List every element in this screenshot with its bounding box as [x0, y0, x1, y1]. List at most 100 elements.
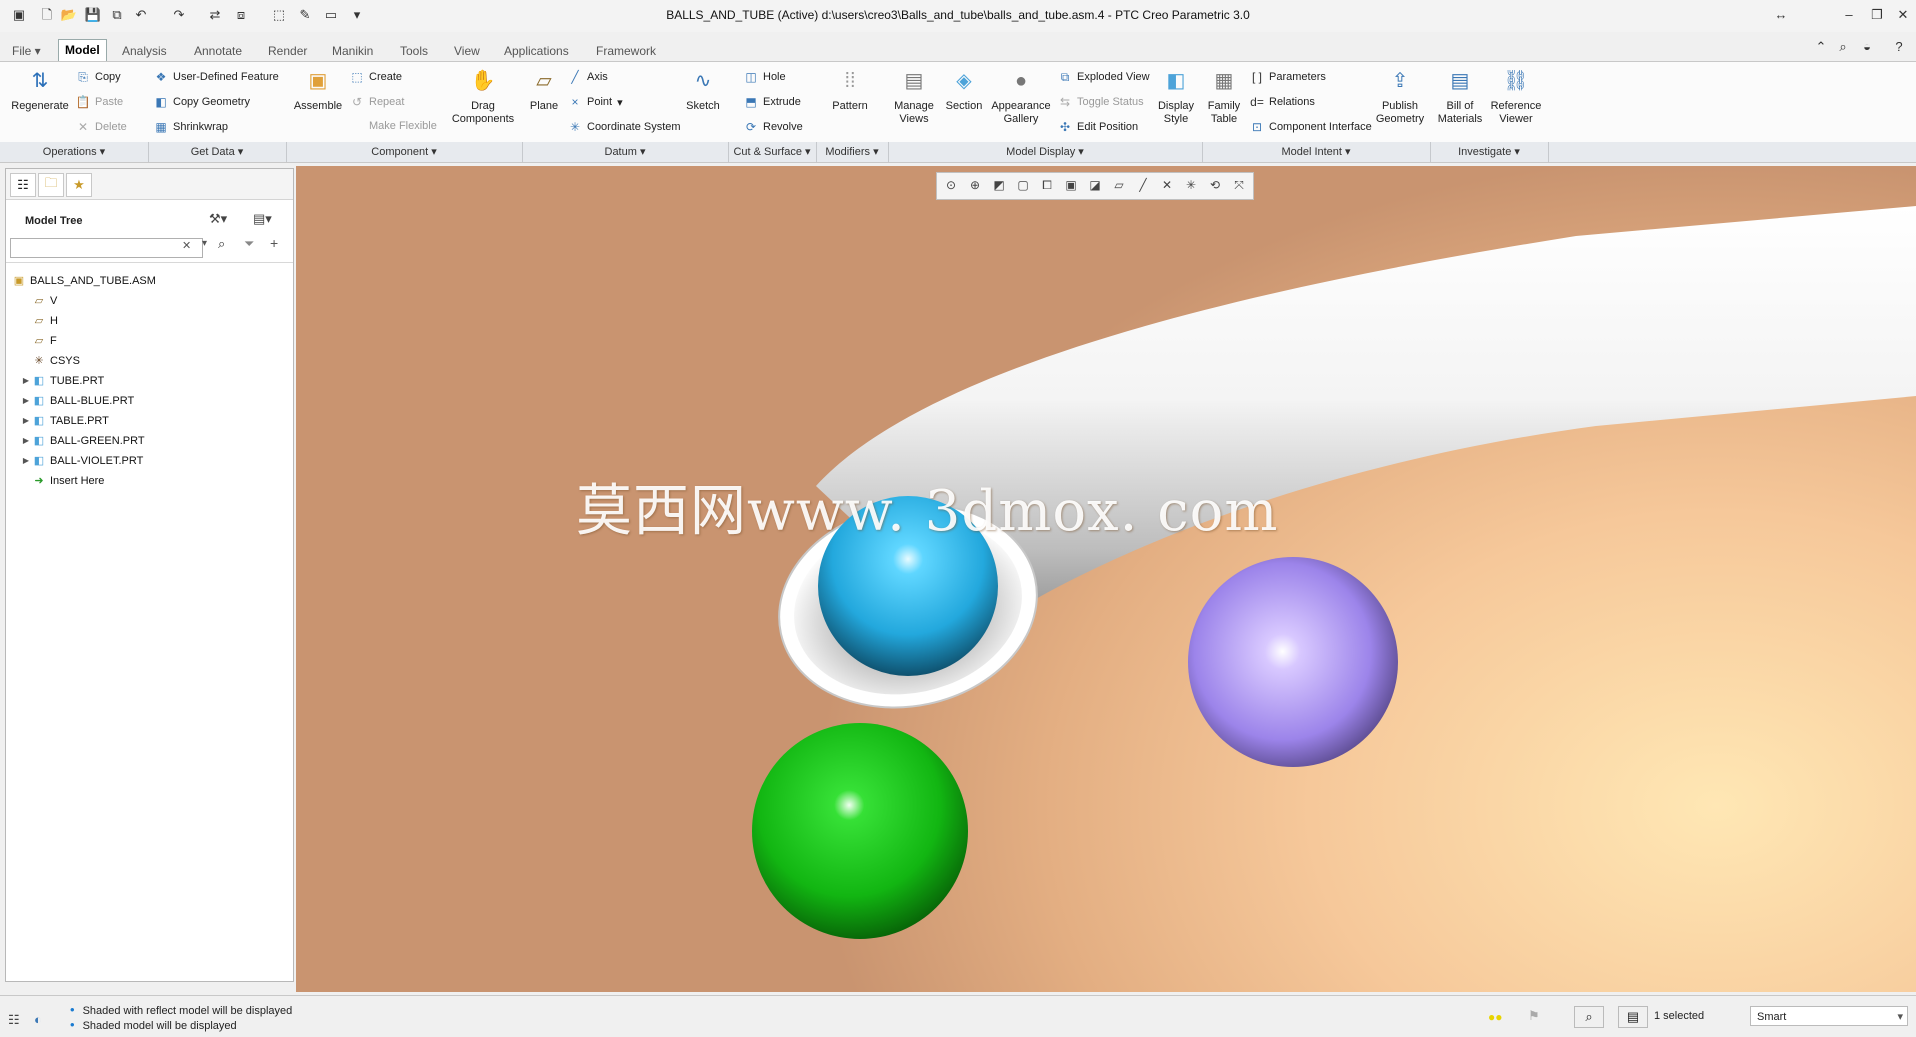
hole-button[interactable]: ◫ Hole	[744, 70, 785, 84]
tree-item-table[interactable]: ▶ ◧ TABLE.PRT	[20, 412, 109, 430]
model-tree-tab-icon[interactable]: ☷	[10, 173, 36, 197]
selection-list-icon[interactable]: ▤	[1618, 1006, 1648, 1028]
appearance-gallery-button[interactable]: ● Appearance Gallery	[990, 66, 1052, 126]
regen-status-icon[interactable]: ●●	[1488, 1010, 1503, 1024]
tree-filters-icon[interactable]: ▤▾	[253, 211, 272, 227]
resize-icon[interactable]: ↔	[1770, 6, 1792, 24]
udf-button[interactable]: ❖ User-Defined Feature	[154, 70, 279, 84]
axis-button[interactable]: ╱ Axis	[568, 70, 607, 84]
extrude-button[interactable]: ⬒ Extrude	[744, 95, 801, 109]
manage-views-button[interactable]: ▤ Manage Views	[890, 66, 938, 126]
make-flexible-button[interactable]: Make Flexible	[369, 120, 437, 132]
delete-button[interactable]: ✕ Delete	[76, 120, 127, 134]
expand-arrow-icon[interactable]: ▶	[20, 432, 32, 450]
ball-green[interactable]	[752, 723, 968, 939]
family-table-button[interactable]: ▦ Family Table	[1202, 66, 1246, 126]
tree-item-assembly[interactable]: ▣ BALLS_AND_TUBE.ASM	[12, 272, 156, 290]
clear-search-icon[interactable]: ✕	[182, 239, 191, 252]
bill-of-materials-button[interactable]: ▤ Bill of Materials	[1436, 66, 1484, 126]
point-display-icon[interactable]: ✕	[1156, 174, 1178, 196]
tree-settings-icon[interactable]: ⚒▾	[209, 211, 227, 227]
plane-display-icon[interactable]: ▱	[1108, 174, 1130, 196]
tree-item-tube[interactable]: ▶ ◧ TUBE.PRT	[20, 372, 104, 390]
zoom-out-icon[interactable]: ◩	[988, 174, 1010, 196]
flag-icon[interactable]: ⚑	[1528, 1008, 1540, 1024]
tab-analysis[interactable]: Analysis	[116, 41, 173, 61]
add-column-icon[interactable]: +	[270, 235, 278, 251]
tree-item-ball-violet[interactable]: ▶ ◧ BALL-VIOLET.PRT	[20, 452, 143, 470]
graphics-viewport[interactable]: ⊙ ⊕ ◩ ▢ ⧠ ▣ ◪ ▱ ╱ ✕ ✳ ⟲ ⤧ 莫西网www. 3dmox.…	[296, 166, 1916, 992]
group-investigate[interactable]: Investigate ▾	[1430, 142, 1549, 162]
csys-display-icon[interactable]: ✳	[1180, 174, 1202, 196]
regenerate-button[interactable]: ⇅ Regenerate	[10, 66, 70, 113]
expand-arrow-icon[interactable]: ▶	[20, 412, 32, 430]
reference-viewer-button[interactable]: ⛓ Reference Viewer	[1488, 66, 1544, 126]
help-icon[interactable]: ?	[1890, 38, 1908, 56]
tree-item-datum-h[interactable]: ▱ H	[32, 312, 58, 330]
shrinkwrap-button[interactable]: ▦ Shrinkwrap	[154, 120, 228, 134]
filter-icon[interactable]: ⏷	[244, 236, 254, 252]
tree-item-datum-f[interactable]: ▱ F	[32, 332, 57, 350]
tree-item-insert-here[interactable]: ➜ Insert Here	[32, 472, 104, 490]
tree-item-datum-v[interactable]: ▱ V	[32, 292, 58, 310]
tree-item-ball-green[interactable]: ▶ ◧ BALL-GREEN.PRT	[20, 432, 145, 450]
exploded-view-button[interactable]: ⧉ Exploded View	[1058, 70, 1150, 84]
tab-file[interactable]: File ▾	[6, 41, 47, 61]
parameters-button[interactable]: [ ] Parameters	[1250, 70, 1326, 84]
minimize-icon[interactable]: –	[1838, 6, 1860, 24]
component-interface-button[interactable]: ⊡ Component Interface	[1250, 120, 1372, 134]
expand-arrow-icon[interactable]: ▶	[20, 392, 32, 410]
reorient-icon[interactable]: ⧠	[1036, 174, 1058, 196]
zoom-in-icon[interactable]: ⊕	[964, 174, 986, 196]
tab-view[interactable]: View	[448, 41, 486, 61]
annotation-display-icon[interactable]: ⤧	[1228, 174, 1250, 196]
edit-position-button[interactable]: ✣ Edit Position	[1058, 120, 1138, 134]
group-model-intent[interactable]: Model Intent ▾	[1202, 142, 1431, 162]
tree-item-csys[interactable]: ✳ CSYS	[32, 352, 80, 370]
filter-select[interactable]: Smart ▾	[1750, 1006, 1908, 1026]
tab-manikin[interactable]: Manikin	[326, 41, 379, 61]
display-style-button[interactable]: ◧ Display Style	[1154, 66, 1198, 126]
ball-violet[interactable]	[1188, 557, 1398, 767]
group-datum[interactable]: Datum ▾	[522, 142, 729, 162]
group-modifiers[interactable]: Modifiers ▾	[816, 142, 889, 162]
group-model-display[interactable]: Model Display ▾	[888, 142, 1203, 162]
restore-icon[interactable]: ❐	[1866, 6, 1888, 24]
assemble-button[interactable]: ▣ Assemble	[290, 66, 346, 113]
point-dropdown-icon[interactable]: ▾	[617, 96, 623, 109]
expand-arrow-icon[interactable]: ▶	[20, 452, 32, 470]
close-icon[interactable]: ✕	[1892, 6, 1914, 24]
tab-applications[interactable]: Applications	[498, 41, 575, 61]
tab-render[interactable]: Render	[262, 41, 313, 61]
saved-orientations-icon[interactable]: ▣	[1060, 174, 1082, 196]
scene-canvas[interactable]	[296, 166, 1916, 992]
pattern-button[interactable]: ⁞⁞ Pattern	[826, 66, 874, 113]
tab-framework[interactable]: Framework	[590, 41, 662, 61]
folder-browser-tab-icon[interactable]: 🗀	[38, 173, 64, 197]
expand-arrow-icon[interactable]: ▶	[20, 372, 32, 390]
tab-model[interactable]: Model	[58, 39, 107, 62]
axis-display-icon[interactable]: ╱	[1132, 174, 1154, 196]
show-browser-icon[interactable]: ◐	[34, 1012, 42, 1027]
repeat-button[interactable]: ↺ Repeat	[350, 95, 405, 109]
collapse-ribbon-icon[interactable]: ⌃	[1812, 38, 1830, 56]
group-component[interactable]: Component ▾	[286, 142, 523, 162]
revolve-button[interactable]: ⟳ Revolve	[744, 120, 803, 134]
search-dropdown-icon[interactable]: ▾	[202, 238, 207, 249]
relations-button[interactable]: d= Relations	[1250, 95, 1315, 109]
repaint-icon[interactable]: ▢	[1012, 174, 1034, 196]
copy-geometry-button[interactable]: ◧ Copy Geometry	[154, 95, 250, 109]
section-button[interactable]: ◈ Section	[942, 66, 986, 113]
group-operations[interactable]: Operations ▾	[0, 142, 149, 162]
sketch-button[interactable]: ∿ Sketch	[682, 66, 724, 113]
group-cut-surface[interactable]: Cut & Surface ▾	[728, 142, 817, 162]
community-icon[interactable]: ◒	[1858, 38, 1876, 56]
search-icon[interactable]: ⌕	[1834, 38, 1852, 56]
copy-button[interactable]: ⎘ Copy	[76, 70, 121, 84]
find-icon[interactable]: ⌕	[1574, 1006, 1604, 1028]
display-style-icon[interactable]: ◪	[1084, 174, 1106, 196]
spin-center-icon[interactable]: ⟲	[1204, 174, 1226, 196]
drag-components-button[interactable]: ✋ Drag Components	[450, 66, 516, 126]
point-button[interactable]: × Point ▾	[568, 95, 623, 109]
paste-button[interactable]: 📋 Paste	[76, 95, 124, 109]
